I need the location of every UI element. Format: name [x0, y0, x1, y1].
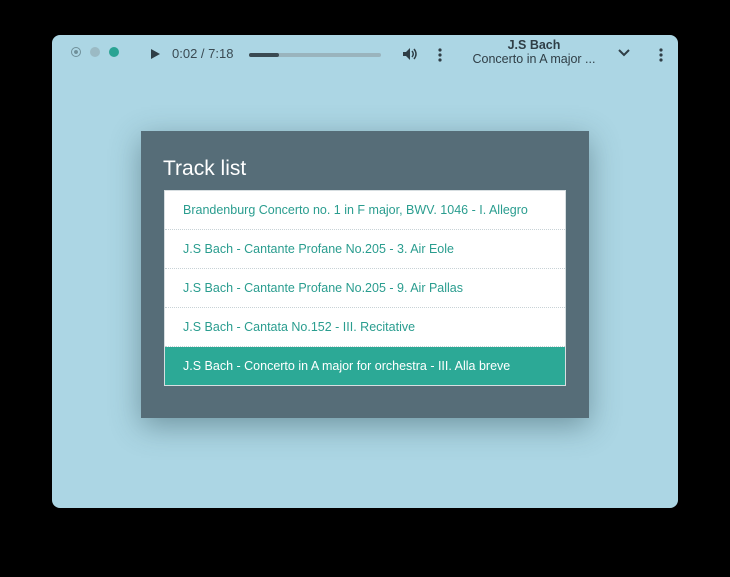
- now-playing-artist: J.S Bach: [507, 38, 561, 52]
- track-item[interactable]: Brandenburg Concerto no. 1 in F major, B…: [165, 191, 565, 230]
- player-window: 0:02 / 7:18 J.S Bach Concerto in A major…: [52, 35, 678, 508]
- volume-icon[interactable]: [402, 47, 418, 61]
- seek-bar[interactable]: [249, 53, 381, 57]
- title-bar: 0:02 / 7:18 J.S Bach Concerto in A major…: [52, 35, 678, 73]
- track-list-title: Track list: [163, 157, 247, 180]
- track-item[interactable]: J.S Bach - Cantante Profane No.205 - 9. …: [165, 269, 565, 308]
- track-item-active[interactable]: J.S Bach - Concerto in A major for orche…: [165, 347, 565, 385]
- play-icon[interactable]: [148, 47, 162, 61]
- now-playing-info: J.S Bach Concerto in A major ...: [464, 38, 604, 66]
- track-list-panel: Track list Brandenburg Concerto no. 1 in…: [141, 131, 589, 418]
- window-menu-icon[interactable]: [656, 47, 666, 63]
- seek-bar-fill: [249, 53, 280, 57]
- more-options-icon[interactable]: [435, 47, 445, 63]
- window-minimize-button[interactable]: [90, 47, 100, 57]
- track-item[interactable]: J.S Bach - Cantante Profane No.205 - 3. …: [165, 230, 565, 269]
- window-zoom-button[interactable]: [109, 47, 119, 57]
- now-playing-title: Concerto in A major ...: [472, 52, 596, 66]
- track-list: Brandenburg Concerto no. 1 in F major, B…: [164, 190, 566, 386]
- chevron-down-icon[interactable]: [617, 47, 631, 59]
- window-close-button[interactable]: [71, 47, 81, 57]
- track-item[interactable]: J.S Bach - Cantata No.152 - III. Recitat…: [165, 308, 565, 347]
- time-display: 0:02 / 7:18: [172, 46, 234, 61]
